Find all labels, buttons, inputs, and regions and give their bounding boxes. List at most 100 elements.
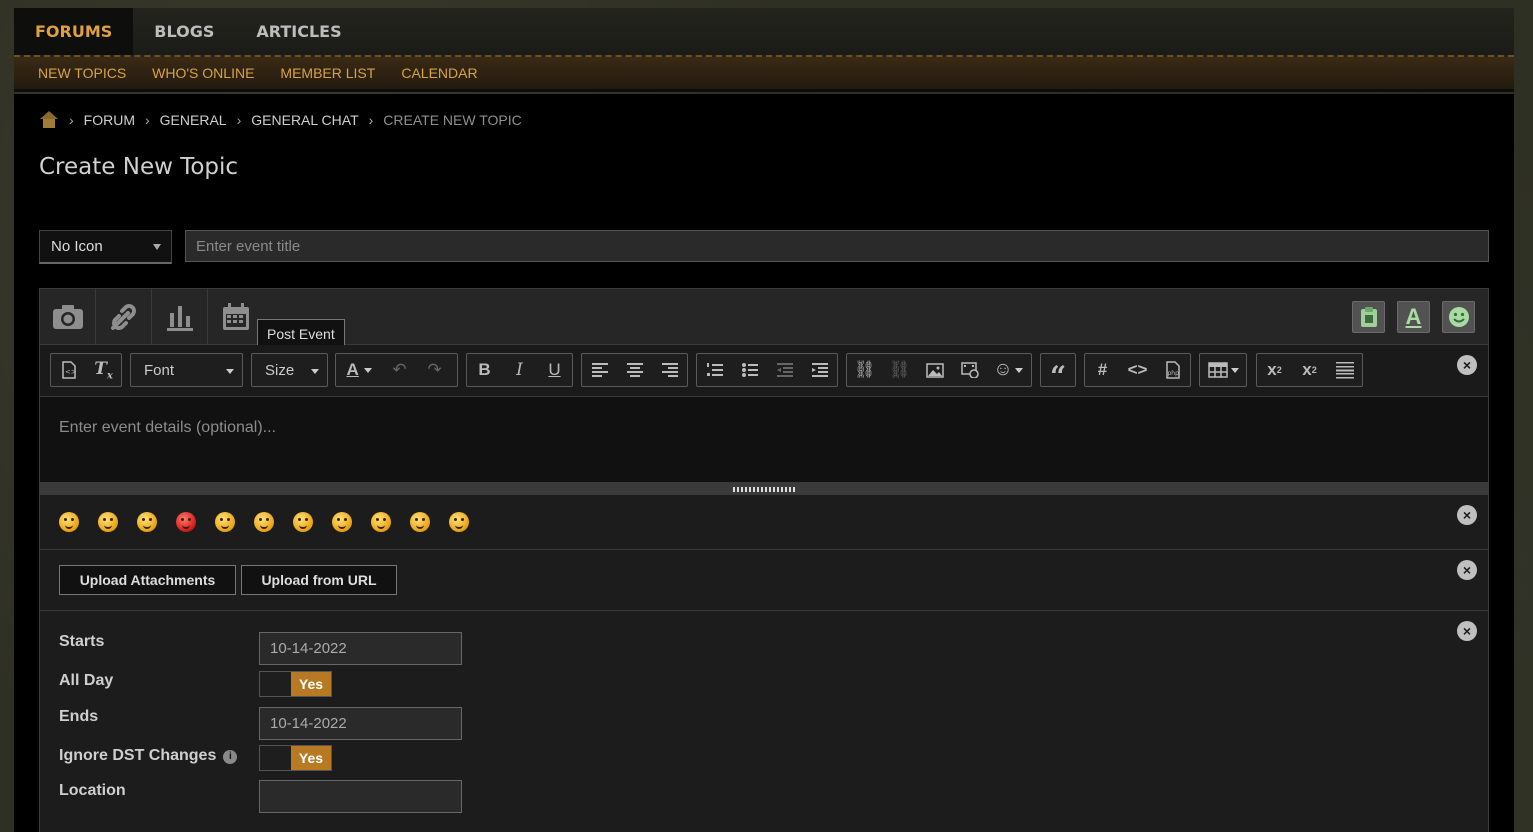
ends-date-input[interactable]: 10-14-2022 bbox=[259, 707, 462, 740]
bold-icon[interactable]: B bbox=[467, 354, 502, 386]
svg-text:php: php bbox=[1167, 370, 1179, 377]
close-icon[interactable]: × bbox=[1457, 355, 1477, 375]
page-shell: FORUMS BLOGS ARTICLES NEW TOPICS WHO'S O… bbox=[14, 8, 1514, 832]
uploads-panel: Upload Attachments Upload from URL × bbox=[40, 550, 1488, 611]
all-day-toggle[interactable]: Yes bbox=[259, 671, 332, 697]
calendar-icon[interactable] bbox=[208, 289, 264, 345]
event-details-placeholder: Enter event details (optional)... bbox=[59, 419, 277, 436]
php-icon[interactable]: php bbox=[1155, 354, 1190, 386]
align-left-icon[interactable] bbox=[582, 354, 617, 386]
tab-blogs[interactable]: BLOGS bbox=[133, 8, 235, 55]
source-icon[interactable]: <> bbox=[51, 354, 86, 386]
ignore-dst-toggle-value: Yes bbox=[291, 746, 331, 770]
caret-down-icon bbox=[226, 369, 234, 374]
link-icon[interactable] bbox=[96, 289, 152, 345]
table-icon bbox=[1200, 354, 1246, 386]
redo-icon[interactable]: ↷ bbox=[417, 354, 452, 386]
link-whos-online[interactable]: WHO'S ONLINE bbox=[152, 65, 254, 81]
text-color-icon[interactable]: A bbox=[336, 354, 382, 386]
text-format-icon[interactable]: A bbox=[1397, 301, 1430, 333]
ordered-list-icon[interactable] bbox=[697, 354, 732, 386]
font-label: Font bbox=[144, 361, 175, 379]
align-center-icon[interactable] bbox=[617, 354, 652, 386]
wink-smiley-icon[interactable] bbox=[137, 512, 157, 532]
font-dropdown[interactable]: Font bbox=[130, 353, 243, 387]
insert-group: ⛓ ⛓ ☺ bbox=[846, 353, 1032, 387]
code-group: # <> php bbox=[1084, 353, 1191, 387]
tab-articles[interactable]: ARTICLES bbox=[235, 8, 362, 55]
align-group bbox=[581, 353, 688, 387]
format-toolbar: <> Tx Font Size A ↶ ↷ B I U ⛓ ⛓ ☺ “ # <>… bbox=[40, 345, 1488, 397]
confused-smiley-icon[interactable] bbox=[215, 512, 235, 532]
ignore-dst-label: Ignore DST Changes i bbox=[59, 747, 238, 765]
svg-text:<>: <> bbox=[65, 368, 77, 376]
breadcrumb-general[interactable]: GENERAL bbox=[160, 112, 227, 128]
location-input[interactable] bbox=[259, 780, 462, 813]
indent-icon[interactable] bbox=[802, 354, 837, 386]
ignore-dst-toggle[interactable]: Yes bbox=[259, 745, 332, 771]
unlink-icon[interactable]: ⛓ bbox=[882, 354, 917, 386]
clear-format-icon[interactable]: Tx bbox=[86, 354, 121, 386]
tab-forums[interactable]: FORUMS bbox=[14, 8, 134, 55]
breadcrumb-general-chat[interactable]: GENERAL CHAT bbox=[251, 112, 358, 128]
table-dropdown[interactable] bbox=[1199, 353, 1247, 387]
outdent-icon[interactable] bbox=[767, 354, 802, 386]
breadcrumb-forum[interactable]: FORUM bbox=[84, 112, 135, 128]
undo-icon[interactable]: ↶ bbox=[382, 354, 417, 386]
quote-icon[interactable]: “ bbox=[1041, 354, 1075, 393]
editor: Post Event A <> Tx Font Size A ↶ ↷ B I U… bbox=[39, 288, 1489, 832]
home-icon[interactable] bbox=[39, 111, 59, 129]
clipboard-icon[interactable] bbox=[1352, 301, 1385, 333]
all-day-toggle-value: Yes bbox=[291, 672, 331, 696]
upload-attachments-button[interactable]: Upload Attachments bbox=[59, 565, 236, 595]
chevron-right-icon: › bbox=[145, 112, 150, 128]
ignore-dst-label-text: Ignore DST Changes bbox=[59, 747, 217, 764]
link-calendar[interactable]: CALENDAR bbox=[401, 65, 477, 81]
link-member-list[interactable]: MEMBER LIST bbox=[280, 65, 375, 81]
info-icon[interactable]: i bbox=[223, 749, 238, 764]
sunglasses-smiley-icon[interactable] bbox=[410, 512, 430, 532]
insert-link-icon[interactable]: ⛓ bbox=[847, 354, 882, 386]
horizontal-rule-icon[interactable] bbox=[1327, 354, 1362, 386]
bullet-list-icon[interactable] bbox=[732, 354, 767, 386]
caret-down-icon bbox=[311, 369, 319, 374]
close-icon[interactable]: × bbox=[1457, 505, 1477, 525]
emoji-picker-icon[interactable]: ☺ bbox=[987, 354, 1029, 386]
insert-image-icon[interactable] bbox=[917, 354, 952, 386]
event-details-textarea[interactable]: Enter event details (optional)... bbox=[40, 397, 1488, 483]
link-new-topics[interactable]: NEW TOPICS bbox=[38, 65, 126, 81]
align-right-icon[interactable] bbox=[652, 354, 687, 386]
grin-smiley-icon[interactable] bbox=[293, 512, 313, 532]
smiley-icon[interactable] bbox=[59, 512, 79, 532]
frown-smiley-icon[interactable] bbox=[254, 512, 274, 532]
surprised-smiley-icon[interactable] bbox=[449, 512, 469, 532]
rolleyes-smiley-icon[interactable] bbox=[371, 512, 391, 532]
angry-smiley-icon[interactable] bbox=[176, 512, 196, 532]
post-type-toolbar: Post Event A bbox=[40, 289, 1488, 349]
cool-smiley-icon[interactable] bbox=[332, 512, 352, 532]
event-title-input[interactable] bbox=[185, 230, 1489, 262]
upload-from-url-button[interactable]: Upload from URL bbox=[241, 565, 397, 595]
tongue-smiley-icon[interactable] bbox=[98, 512, 118, 532]
size-label: Size bbox=[265, 361, 295, 379]
icon-select[interactable]: No Icon bbox=[39, 230, 172, 264]
size-dropdown[interactable]: Size bbox=[251, 353, 328, 387]
superscript-icon[interactable]: x2 bbox=[1292, 354, 1327, 386]
subscript-icon[interactable]: x2 bbox=[1257, 354, 1292, 386]
underline-icon[interactable]: U bbox=[537, 354, 572, 386]
insert-media-icon[interactable] bbox=[952, 354, 987, 386]
code-icon[interactable]: <> bbox=[1120, 354, 1155, 386]
hashtag-icon[interactable]: # bbox=[1085, 354, 1120, 386]
resize-handle[interactable] bbox=[40, 483, 1488, 495]
list-group bbox=[696, 353, 838, 387]
script-group: x2 x2 bbox=[1256, 353, 1363, 387]
starts-date-input[interactable]: 10-14-2022 bbox=[259, 632, 462, 665]
ends-label: Ends bbox=[59, 708, 99, 725]
close-icon[interactable]: × bbox=[1457, 621, 1477, 641]
italic-icon[interactable]: I bbox=[502, 354, 537, 386]
close-icon[interactable]: × bbox=[1457, 560, 1477, 580]
camera-icon[interactable] bbox=[40, 289, 96, 345]
location-label: Location bbox=[59, 782, 126, 799]
smiley-toggle-icon[interactable] bbox=[1442, 301, 1475, 333]
poll-icon[interactable] bbox=[152, 289, 208, 345]
